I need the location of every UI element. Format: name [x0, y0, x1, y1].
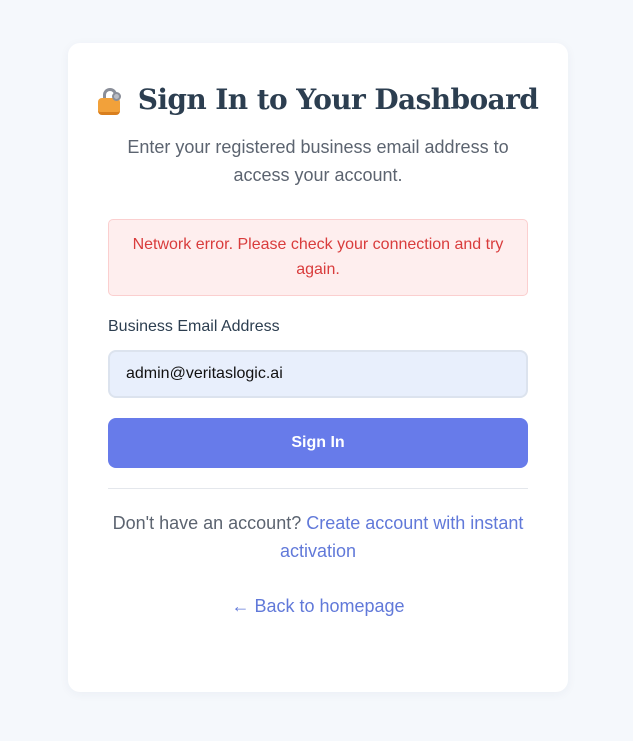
lock-icon — [97, 87, 124, 115]
back-to-homepage-link[interactable]: ← Back to homepage — [68, 596, 568, 617]
divider — [108, 488, 528, 489]
header: Sign In to Your Dashboard — [68, 83, 568, 116]
page-subtitle: Enter your registered business email add… — [127, 137, 509, 185]
error-message: Network error. Please check your connect… — [132, 236, 504, 278]
email-label: Business Email Address — [108, 318, 280, 335]
create-account-row: Don't have an account? Create account wi… — [108, 509, 528, 565]
signin-card: Sign In to Your Dashboard Enter your reg… — [68, 43, 568, 692]
error-alert: Network error. Please check your connect… — [108, 219, 528, 296]
create-account-prompt: Don't have an account? — [112, 513, 307, 533]
page-title: Sign In to Your Dashboard — [137, 83, 539, 116]
email-field[interactable] — [108, 350, 528, 398]
sign-in-button[interactable]: Sign In — [108, 418, 528, 468]
create-account-link[interactable]: Create account with instant activation — [280, 513, 523, 561]
